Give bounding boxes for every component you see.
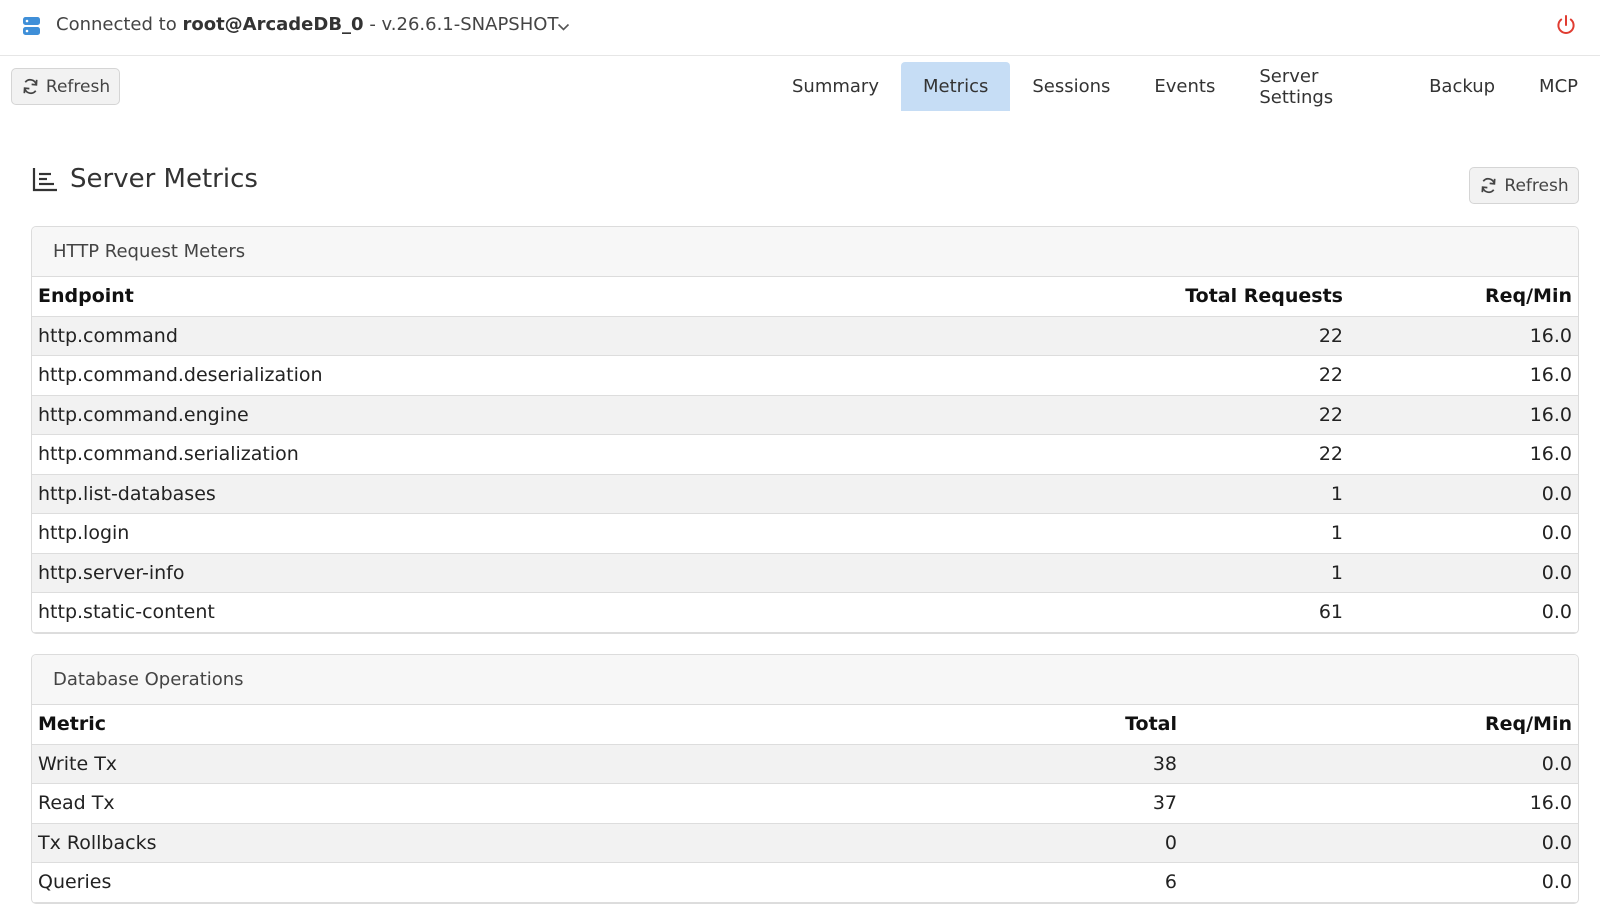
refresh-label: Refresh	[1504, 175, 1569, 196]
row-label-cell: http.command	[32, 316, 1049, 356]
power-icon[interactable]	[1555, 14, 1577, 36]
row-label-cell: Queries	[32, 862, 883, 903]
value-cell: 0.0	[1183, 862, 1578, 903]
value-cell: 22	[1049, 316, 1349, 356]
table-row: http.list-databases 1 0.0	[32, 474, 1578, 514]
column-header-endpoint: Endpoint	[32, 277, 1049, 317]
http-meters-table: Endpoint Total Requests Req/Min http.com…	[32, 277, 1578, 633]
connection-target: root@ArcadeDB_0	[182, 14, 364, 35]
value-cell: 16.0	[1349, 355, 1578, 396]
bar-chart-icon	[32, 168, 57, 192]
value-cell: 0.0	[1183, 744, 1578, 784]
table-row: Queries 6 0.0	[32, 862, 1578, 903]
value-cell: 1	[1049, 553, 1349, 593]
value-cell: 22	[1049, 434, 1349, 475]
table-row: http.command.serialization 22 16.0	[32, 434, 1578, 475]
refresh-button[interactable]: Refresh	[11, 68, 120, 105]
value-cell: 16.0	[1349, 316, 1578, 356]
column-header-total: Total	[883, 705, 1183, 745]
value-cell: 16.0	[1183, 783, 1578, 824]
row-label-cell: http.server-info	[32, 553, 1049, 593]
connection-version: - v.26.6.1-SNAPSHOT	[369, 14, 559, 35]
top-header: Connected to root@ArcadeDB_0 - v.26.6.1-…	[0, 0, 1600, 56]
chevron-down-icon[interactable]	[557, 22, 570, 32]
tab-events[interactable]: Events	[1132, 62, 1237, 111]
value-cell: 0	[883, 823, 1183, 863]
row-label-cell: http.command.engine	[32, 395, 1049, 435]
refresh-icon	[1481, 177, 1496, 194]
tab-mcp[interactable]: MCP	[1517, 62, 1600, 111]
refresh-icon	[23, 78, 38, 95]
table-row: http.command.engine 22 16.0	[32, 395, 1578, 435]
value-cell: 0.0	[1349, 592, 1578, 633]
value-cell: 1	[1049, 474, 1349, 514]
row-label-cell: http.list-databases	[32, 474, 1049, 514]
tab-summary[interactable]: Summary	[770, 62, 901, 111]
value-cell: 0.0	[1349, 513, 1578, 554]
card-heading: Database Operations	[32, 655, 1578, 705]
row-label-cell: http.login	[32, 513, 1049, 554]
row-label-cell: http.static-content	[32, 592, 1049, 633]
value-cell: 0.0	[1349, 553, 1578, 593]
table-row: http.static-content 61 0.0	[32, 592, 1578, 633]
row-label-cell: http.command.deserialization	[32, 355, 1049, 396]
connection-prefix: Connected to	[56, 14, 177, 35]
value-cell: 16.0	[1349, 395, 1578, 435]
value-cell: 0.0	[1349, 474, 1578, 514]
value-cell: 22	[1049, 355, 1349, 396]
table-row: http.command 22 16.0	[32, 316, 1578, 356]
tab-sessions[interactable]: Sessions	[1010, 62, 1132, 111]
row-label-cell: http.command.serialization	[32, 434, 1049, 475]
metrics-refresh-button[interactable]: Refresh	[1469, 167, 1579, 204]
value-cell: 0.0	[1183, 823, 1578, 863]
value-cell: 16.0	[1349, 434, 1578, 475]
row-label-cell: Read Tx	[32, 783, 883, 824]
tab-server-settings[interactable]: Server Settings	[1237, 62, 1407, 111]
http-request-meters-card: HTTP Request Meters Endpoint Total Reque…	[31, 226, 1579, 634]
value-cell: 1	[1049, 513, 1349, 554]
table-header-row: Endpoint Total Requests Req/Min	[32, 277, 1578, 317]
connection-selector[interactable]: Connected to root@ArcadeDB_0 - v.26.6.1-…	[56, 14, 558, 35]
row-label-cell: Write Tx	[32, 744, 883, 784]
table-row: Read Tx 37 16.0	[32, 783, 1578, 824]
value-cell: 6	[883, 862, 1183, 903]
refresh-label: Refresh	[45, 76, 111, 97]
tab-metrics[interactable]: Metrics	[901, 62, 1011, 111]
card-heading: HTTP Request Meters	[32, 227, 1578, 277]
table-row: Write Tx 38 0.0	[32, 744, 1578, 784]
server-icon	[23, 17, 40, 35]
db-operations-table: Metric Total Req/Min Write Tx 38 0.0 Read T…	[32, 705, 1578, 903]
table-row: http.login 1 0.0	[32, 513, 1578, 554]
value-cell: 61	[1049, 592, 1349, 633]
page-title: Server Metrics	[70, 164, 258, 194]
table-row: http.server-info 1 0.0	[32, 553, 1578, 593]
column-header-total-requests: Total Requests	[1049, 277, 1349, 317]
tab-backup[interactable]: Backup	[1407, 62, 1517, 111]
column-header-req-min: Req/Min	[1349, 277, 1578, 317]
row-label-cell: Tx Rollbacks	[32, 823, 883, 863]
table-header-row: Metric Total Req/Min	[32, 705, 1578, 745]
value-cell: 37	[883, 783, 1183, 824]
server-tabs: Summary Metrics Sessions Events Server S…	[770, 62, 1600, 111]
database-operations-card: Database Operations Metric Total Req/Min…	[31, 654, 1579, 904]
table-row: Tx Rollbacks 0 0.0	[32, 823, 1578, 863]
value-cell: 22	[1049, 395, 1349, 435]
value-cell: 38	[883, 744, 1183, 784]
column-header-req-min: Req/Min	[1183, 705, 1578, 745]
table-row: http.command.deserialization 22 16.0	[32, 355, 1578, 396]
column-header-metric: Metric	[32, 705, 883, 745]
